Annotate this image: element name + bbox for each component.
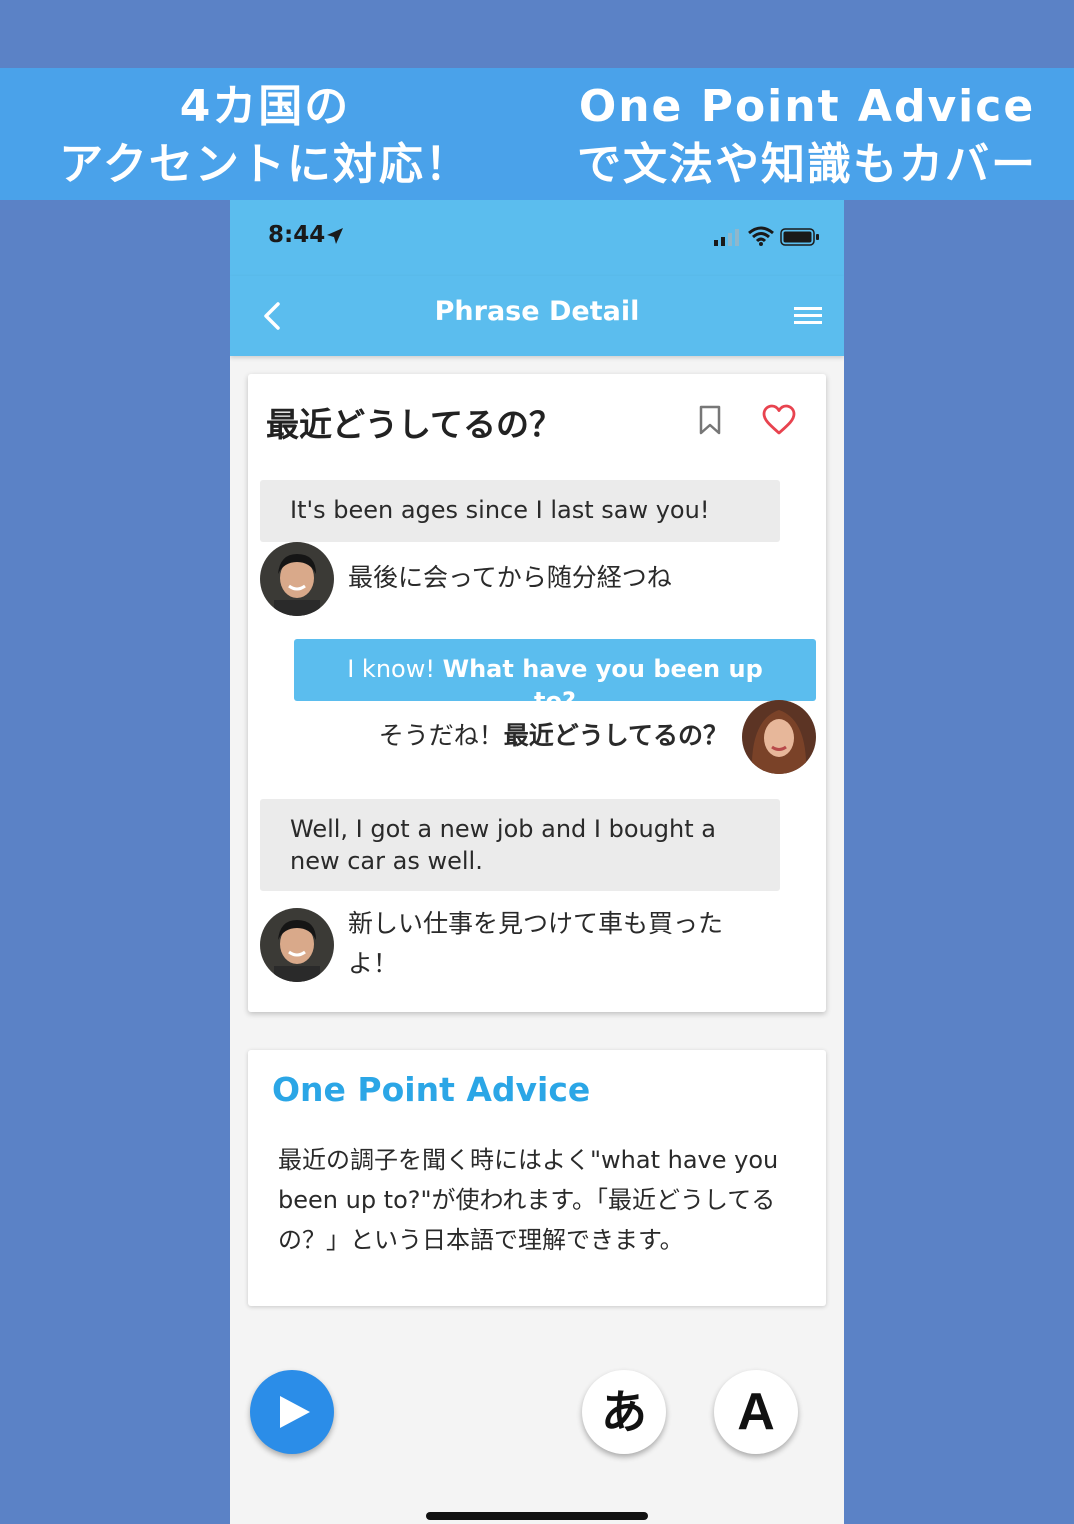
banner-left-line2: アクセントに対応！ (59, 139, 471, 190)
bookmark-icon[interactable] (696, 404, 724, 436)
bubble-key-phrase: What have you been up to? (442, 655, 763, 715)
phrase-card: 最近どうしてるの？ It's been ages since I last sa… (248, 374, 826, 1012)
banner-right-text: One Point Advice で文法や知識もカバー (540, 78, 1074, 194)
translation-ja-3: 新しい仕事を見つけて車も買ったよ！ (348, 909, 724, 978)
nav-bar: Phrase Detail (230, 276, 844, 356)
translation-key-phrase: 最近どうしてるの？ (503, 721, 728, 750)
advice-card: One Point Advice 最近の調子を聞く時にはよく"what have… (248, 1050, 826, 1306)
speech-bubble-en-1: It's been ages since I last saw you! (260, 480, 780, 542)
banner-left-line1: 4カ国の (179, 81, 351, 132)
play-button[interactable] (250, 1370, 334, 1454)
translation-ja-1: 最後に会ってから随分経つね (348, 563, 672, 592)
status-time: 8:44 (268, 222, 326, 248)
heart-icon[interactable] (762, 404, 796, 436)
home-indicator (426, 1512, 648, 1520)
location-arrow-icon (327, 228, 343, 244)
english-toggle-button[interactable]: A (714, 1370, 798, 1454)
avatar-man (260, 908, 334, 982)
advice-title: One Point Advice (272, 1070, 591, 1109)
translation-ja-2: そうだね！最近どうしてるの？ (348, 716, 728, 756)
advice-body: 最近の調子を聞く時にはよく"what have you been up to?"… (278, 1146, 779, 1254)
cellular-signal-icon (714, 229, 739, 246)
japanese-toggle-button[interactable]: あ (582, 1370, 666, 1454)
hamburger-menu-icon[interactable] (792, 302, 824, 330)
translation-plain-text: そうだね！ (378, 721, 504, 750)
wifi-icon (748, 226, 774, 246)
banner-left-text: 4カ国の アクセントに対応！ (0, 78, 530, 194)
battery-icon (780, 228, 819, 246)
speech-bubble-en-2: I know! What have you been up to? (294, 639, 816, 715)
avatar-man (260, 542, 334, 616)
banner-right-line2: で文法や知識もカバー (577, 139, 1037, 190)
avatar-woman (742, 700, 816, 774)
speech-bubble-en-3: Well, I got a new job and I bought a new… (260, 799, 780, 891)
phone-screen: 8:44 Phrase Detail 最近どうしてるの？ It's been a… (230, 200, 844, 1524)
play-icon (280, 1396, 310, 1428)
phrase-title: 最近どうしてるの？ (266, 405, 563, 444)
promo-banner: 4カ国の アクセントに対応！ One Point Advice で文法や知識もカ… (0, 68, 1074, 200)
status-bar: 8:44 (230, 200, 844, 276)
banner-right-line1: One Point Advice (578, 81, 1036, 132)
bubble-plain-text: I know! (347, 655, 443, 683)
page-title: Phrase Detail (434, 296, 640, 327)
